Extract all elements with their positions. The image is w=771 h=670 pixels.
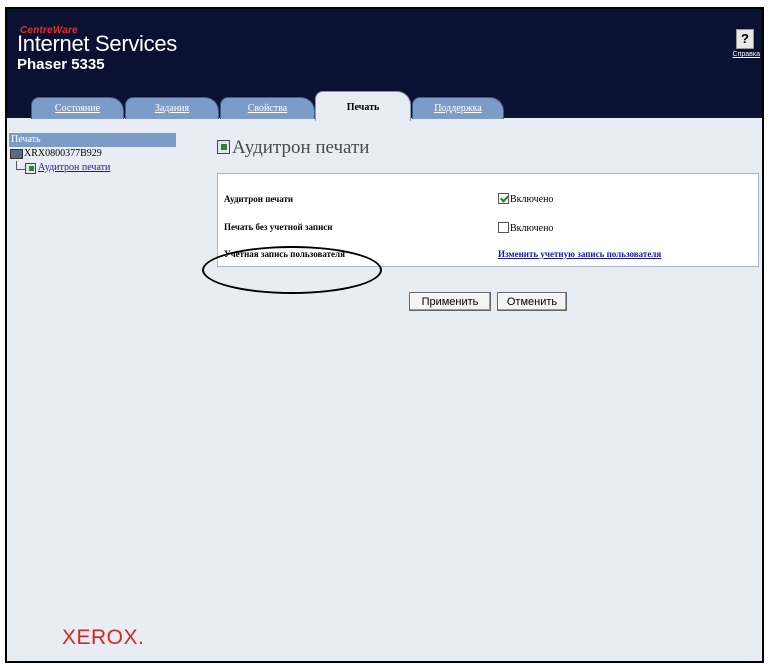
checkbox-unchecked[interactable]	[498, 222, 509, 233]
print-auditron-toggle[interactable]: Включено	[498, 193, 553, 205]
tab-jobs[interactable]: Задания	[125, 97, 219, 119]
cancel-button[interactable]: Отменить	[497, 292, 567, 311]
header-banner: CentreWare Internet Services Phaser 5335…	[7, 9, 762, 121]
brand-internet-services: Internet Services	[17, 31, 177, 56]
apply-button[interactable]: Применить	[409, 292, 491, 311]
tree-connector	[16, 161, 25, 170]
printer-icon	[10, 148, 23, 159]
sidebar-header: Печать	[9, 133, 176, 147]
page-title: Аудитрон печати	[217, 137, 369, 159]
no-account-print-toggle[interactable]: Включено	[498, 222, 553, 234]
sidebar-item-print-auditron[interactable]: Аудитрон печати	[9, 161, 179, 175]
browser-frame: CentreWare Internet Services Phaser 5335…	[5, 7, 764, 663]
edit-user-account-link[interactable]: Изменить учетную запись пользователя	[498, 249, 661, 259]
help-link[interactable]: Справка	[733, 51, 760, 58]
printer-model: Phaser 5335	[17, 56, 105, 73]
row-label-no-account-print: Печать без учетной записи	[224, 222, 333, 232]
help-icon[interactable]: ?	[736, 29, 754, 49]
tab-print[interactable]: Печать	[315, 91, 411, 121]
highlight-ellipse	[202, 246, 382, 294]
tab-status[interactable]: Состояние	[31, 97, 124, 119]
checkbox-checked[interactable]	[498, 193, 509, 204]
sidebar-link-print-auditron[interactable]: Аудитрон печати	[38, 161, 110, 175]
row-label-print-auditron: Аудитрон печати	[224, 194, 294, 204]
tab-properties[interactable]: Свойства	[220, 97, 315, 119]
tab-support[interactable]: Поддержка	[412, 97, 504, 119]
device-name: XRX0800377B929	[24, 148, 102, 159]
sidebar-device-item[interactable]: XRX0800377B929	[9, 147, 179, 161]
tab-bar: Состояние Задания Свойства Печать Поддер…	[7, 91, 762, 121]
sidebar: Печать XRX0800377B929 Аудитрон печати	[9, 133, 179, 653]
document-icon	[25, 163, 36, 174]
document-icon	[217, 140, 230, 154]
xerox-logo: XEROX.	[62, 626, 145, 649]
